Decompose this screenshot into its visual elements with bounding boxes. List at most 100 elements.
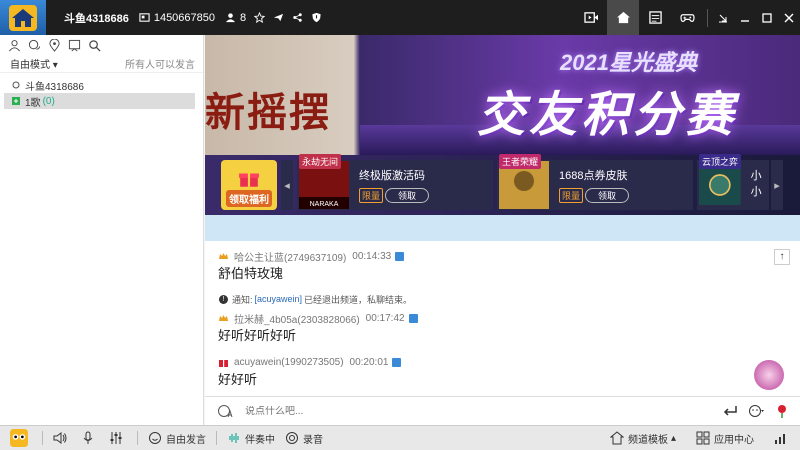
microphone-button[interactable] [81, 431, 99, 445]
promo-next-button[interactable]: ▸ [771, 160, 783, 210]
chevron-up-icon: ▴ [670, 432, 676, 444]
promo-card[interactable]: 王者荣耀 1688点券皮肤 限量 领取 [497, 154, 693, 210]
mixer-button[interactable] [109, 431, 127, 445]
channel-name: 斗鱼4318686 [64, 12, 129, 25]
promo-strip: 领取福利 ◂ NARAKA 永劫无间 终极版激活码 限量 领取 王者荣耀 168… [205, 154, 800, 215]
message-time: 00:14:33 [352, 250, 392, 262]
speaker-icon [53, 432, 67, 444]
video-button[interactable] [575, 0, 607, 35]
promo-prev-button[interactable]: ◂ [281, 160, 293, 210]
message-time: 00:20:01 [349, 356, 389, 368]
message-text: 舒伯特玫瑰 [218, 266, 284, 281]
app-center-label: 应用中心 [714, 434, 754, 446]
search-icon[interactable] [88, 39, 101, 52]
app-center-button[interactable]: 应用中心 [696, 431, 754, 446]
subchannel-item[interactable]: 1歌 (0) [4, 93, 195, 109]
system-prefix: 通知: [232, 294, 253, 305]
free-speech-button[interactable]: 自由发言 [148, 431, 206, 446]
message-header: 拉米赫_4b05a(2303828066) 00:17:42 [205, 311, 800, 326]
promo-card[interactable]: 云顶之弈 小小 [697, 154, 769, 210]
promo-card[interactable]: NARAKA 永劫无间 终极版激活码 限量 领取 [297, 154, 493, 210]
message-user[interactable]: acuyawein(1990273505) [234, 357, 344, 368]
limited-badge: 限量 [359, 188, 384, 203]
scroll-to-top-button[interactable]: ↑ [774, 249, 790, 265]
signal-icon [775, 434, 785, 444]
system-user-link[interactable]: [acuyawein] [255, 294, 303, 304]
speaker-button[interactable] [53, 431, 71, 445]
chat-input-row [205, 396, 800, 425]
board-icon[interactable] [68, 39, 81, 52]
rose-icon[interactable] [774, 404, 790, 418]
record-button[interactable]: 录音 [285, 431, 323, 446]
subchannel-count: (0) [42, 95, 55, 107]
chevron-right-icon: ▸ [774, 179, 780, 192]
message-text: 好好听 [218, 372, 258, 387]
list-button[interactable] [639, 0, 671, 35]
gift-label: 领取福利 [226, 190, 272, 207]
chevron-left-icon: ◂ [284, 179, 290, 192]
star-icon[interactable] [254, 12, 266, 23]
banner-headline: 交友积分赛 [477, 89, 738, 142]
chat-bubbles-icon[interactable] [28, 39, 41, 52]
shield-icon[interactable] [311, 12, 322, 23]
subchannel-label: 1歌 [25, 97, 41, 109]
close-button[interactable] [778, 0, 800, 35]
home-button[interactable] [607, 0, 639, 35]
channel-root-item[interactable]: 斗鱼4318686 [0, 77, 203, 93]
maximize-button[interactable] [756, 0, 778, 35]
owl-avatar-icon [10, 429, 28, 447]
online-count: 8 [225, 12, 246, 24]
free-speech-label: 自由发言 [166, 434, 206, 446]
subchannel-icon [12, 97, 20, 105]
game-button[interactable] [671, 0, 703, 35]
accompany-label: 伴奏中 [245, 434, 275, 446]
emoji-dropdown-icon[interactable] [748, 404, 764, 418]
avatar-button[interactable] [10, 429, 32, 447]
device-icon [392, 357, 402, 367]
location-icon[interactable] [48, 38, 61, 52]
plane-icon[interactable] [273, 12, 284, 23]
sidebar-toolbar [0, 35, 203, 55]
minimize-button[interactable] [734, 0, 756, 35]
signal-button[interactable] [774, 431, 792, 445]
chat-area: 哈公主让蓝(2749637109) 00:14:33 舒伯特玫瑰 ! 通知: [… [205, 241, 800, 396]
channel-id-text: 1450667850 [153, 11, 216, 24]
claim-button[interactable]: 领取 [585, 188, 630, 203]
person-icon[interactable] [8, 39, 21, 52]
event-banner[interactable]: 新摇摆 2021星光盛典 交友积分赛 [205, 35, 800, 155]
gamepad-icon [679, 14, 695, 22]
system-text: 已经退出频道，私聊结束。 [304, 294, 413, 305]
smile-icon [149, 432, 161, 444]
limited-badge: 限量 [559, 188, 584, 203]
enter-icon[interactable] [722, 404, 738, 418]
bottom-toolbar: 自由发言 伴奏中 录音 频道模板 ▴ 应用中心 [0, 425, 800, 450]
device-icon [408, 313, 418, 323]
message-header: acuyawein(1990273505) 00:20:01 [205, 355, 800, 369]
banner-calligraphy: 新摇摆 [205, 89, 331, 136]
chat-input[interactable] [245, 405, 665, 417]
thumb-caption: NARAKA [310, 201, 339, 208]
waveform-icon [229, 433, 239, 443]
speech-mode-label: 自由模式 [10, 60, 50, 71]
list-icon [648, 11, 662, 24]
promo-card-title: 小小 [750, 169, 762, 198]
channel-icon [12, 81, 20, 89]
speech-mode-row: 自由模式 ▾ 所有人可以发言 [0, 55, 203, 73]
speech-mode-dropdown[interactable]: 自由模式 ▾ [10, 56, 58, 71]
user-icon [225, 13, 236, 23]
channel-root-label: 斗鱼4318686 [25, 81, 84, 93]
gift-box[interactable]: 领取福利 [221, 160, 277, 210]
font-style-icon[interactable] [217, 404, 233, 418]
mini-mode-button[interactable] [712, 0, 734, 35]
floating-avatar[interactable] [754, 360, 784, 390]
claim-button[interactable]: 领取 [385, 188, 430, 203]
channel-template-button[interactable]: 频道模板 ▴ [609, 431, 676, 446]
share-icon[interactable] [292, 12, 303, 23]
message-user[interactable]: 拉米赫_4b05a(2303828066) [234, 311, 360, 326]
message-user[interactable]: 哈公主让蓝(2749637109) [234, 249, 346, 264]
app-logo[interactable] [0, 0, 46, 35]
microphone-icon [83, 431, 93, 444]
channel-sidebar: 自由模式 ▾ 所有人可以发言 斗鱼4318686 1歌 (0) [0, 35, 204, 425]
accompany-button[interactable]: 伴奏中 [227, 431, 275, 446]
grid-icon [696, 431, 710, 445]
